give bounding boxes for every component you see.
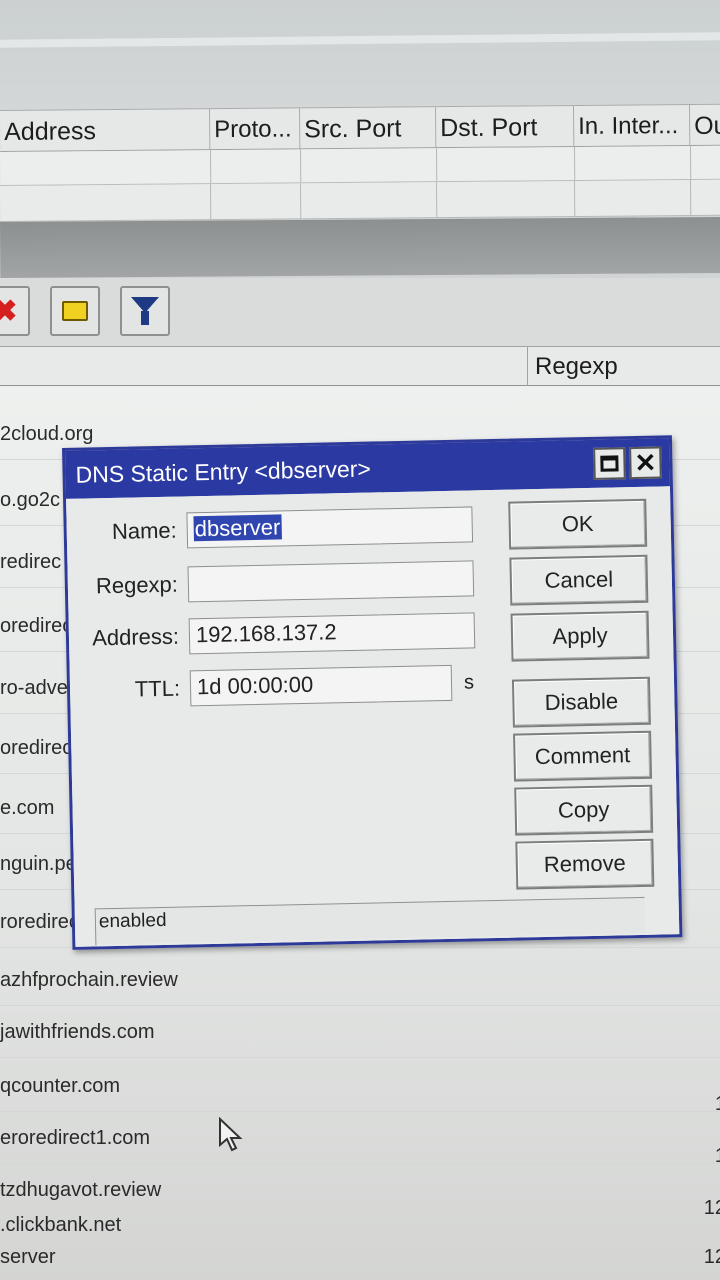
list-item-name: roredirec bbox=[0, 911, 79, 933]
list-item-name: ro-adve bbox=[0, 677, 68, 699]
dns-list-header: Regexp bbox=[0, 346, 720, 387]
firewall-table-row[interactable] bbox=[0, 179, 720, 222]
dialog-body: Name: dbserver Regexp: Address: 192.168.… bbox=[66, 486, 680, 947]
ok-button[interactable]: OK bbox=[508, 498, 648, 550]
name-value: dbserver bbox=[193, 514, 282, 542]
column-protocol[interactable]: Proto... bbox=[210, 108, 301, 152]
column-address[interactable]: Address bbox=[0, 109, 211, 153]
cancel-button[interactable]: Cancel bbox=[509, 554, 649, 606]
apply-button[interactable]: Apply bbox=[510, 610, 650, 662]
screen-photo: Address Proto... Src. Port Dst. Port In.… bbox=[0, 0, 720, 1280]
close-icon: ✕ bbox=[634, 447, 657, 479]
column-in-interface[interactable]: In. Inter... bbox=[573, 104, 691, 148]
filter-button[interactable] bbox=[120, 286, 170, 336]
list-item-name: e.com bbox=[0, 797, 55, 819]
list-item[interactable]: eroredirect1.com 1 bbox=[0, 1112, 720, 1167]
list-item-name: o.go2c bbox=[0, 489, 61, 511]
list-item-name: eroredirect1.com bbox=[0, 1127, 151, 1149]
list-item-name: qcounter.com bbox=[0, 1075, 121, 1097]
comment-button[interactable]: Comment bbox=[513, 730, 653, 782]
maximize-button[interactable] bbox=[593, 447, 626, 480]
dialog-title: DNS Static Entry <dbserver> bbox=[75, 455, 372, 488]
list-item-name: oredirec bbox=[0, 615, 73, 637]
address-field[interactable]: 192.168.137.2 bbox=[188, 612, 476, 655]
list-item-name: oredirec bbox=[0, 737, 73, 759]
list-item-name: tzdhugavot.review bbox=[0, 1179, 162, 1201]
list-item[interactable]: tzdhugavot.review 12 bbox=[0, 1164, 720, 1219]
note-icon bbox=[62, 301, 88, 321]
dns-static-entry-dialog: DNS Static Entry <dbserver> ✕ Name: dbse… bbox=[62, 435, 683, 950]
list-item-name: server bbox=[0, 1246, 56, 1268]
status-bar: enabled bbox=[94, 896, 646, 946]
status-text: enabled bbox=[98, 909, 167, 933]
name-label: Name: bbox=[111, 517, 178, 544]
x-icon: ✖ bbox=[0, 294, 18, 328]
list-item[interactable]: azhfprochain.review bbox=[0, 954, 720, 1006]
name-field[interactable]: dbserver bbox=[186, 506, 474, 549]
copy-button[interactable]: Copy bbox=[514, 784, 654, 836]
list-item[interactable]: .clickbank.net bbox=[0, 1210, 720, 1240]
address-label: Address: bbox=[91, 623, 180, 651]
column-regexp[interactable]: Regexp bbox=[535, 347, 618, 387]
remove-button[interactable]: Remove bbox=[515, 838, 655, 890]
maximize-icon bbox=[600, 455, 619, 472]
list-item-name: nguin.pe bbox=[0, 853, 77, 875]
ttl-label: TTL: bbox=[134, 675, 181, 702]
list-item[interactable]: qcounter.com 1 bbox=[0, 1060, 720, 1115]
firewall-table-header: Address Proto... Src. Port Dst. Port In.… bbox=[0, 103, 720, 153]
list-item-name: redirec bbox=[0, 551, 62, 573]
regexp-field[interactable] bbox=[187, 560, 475, 603]
ttl-field[interactable]: 1d 00:00:00 bbox=[189, 664, 453, 707]
top-window-strip bbox=[0, 0, 720, 110]
list-item-name: azhfprochain.review bbox=[0, 969, 178, 991]
column-dst-port[interactable]: Dst. Port bbox=[435, 105, 575, 150]
close-button[interactable]: ✕ bbox=[629, 446, 662, 480]
regexp-label: Regexp: bbox=[95, 571, 179, 599]
comment-button[interactable] bbox=[50, 286, 100, 336]
list-item-name: .clickbank.net bbox=[0, 1214, 122, 1236]
list-item-name: jawithfriends.com bbox=[0, 1021, 155, 1043]
divider bbox=[0, 32, 720, 48]
list-item[interactable]: server 12 bbox=[0, 1242, 720, 1272]
window-separator bbox=[0, 216, 720, 278]
list-item[interactable]: jawithfriends.com bbox=[0, 1006, 720, 1058]
column-src-port[interactable]: Src. Port bbox=[299, 107, 437, 151]
disable-button[interactable]: Disable bbox=[511, 676, 651, 728]
column-out-interface[interactable]: Ou bbox=[690, 105, 720, 147]
list-item-ttl: 12 bbox=[703, 1246, 720, 1268]
ttl-unit: s bbox=[463, 671, 475, 694]
filter-icon bbox=[131, 291, 159, 331]
dns-toolbar: ✖ bbox=[0, 278, 720, 346]
remove-button[interactable]: ✖ bbox=[0, 286, 30, 336]
